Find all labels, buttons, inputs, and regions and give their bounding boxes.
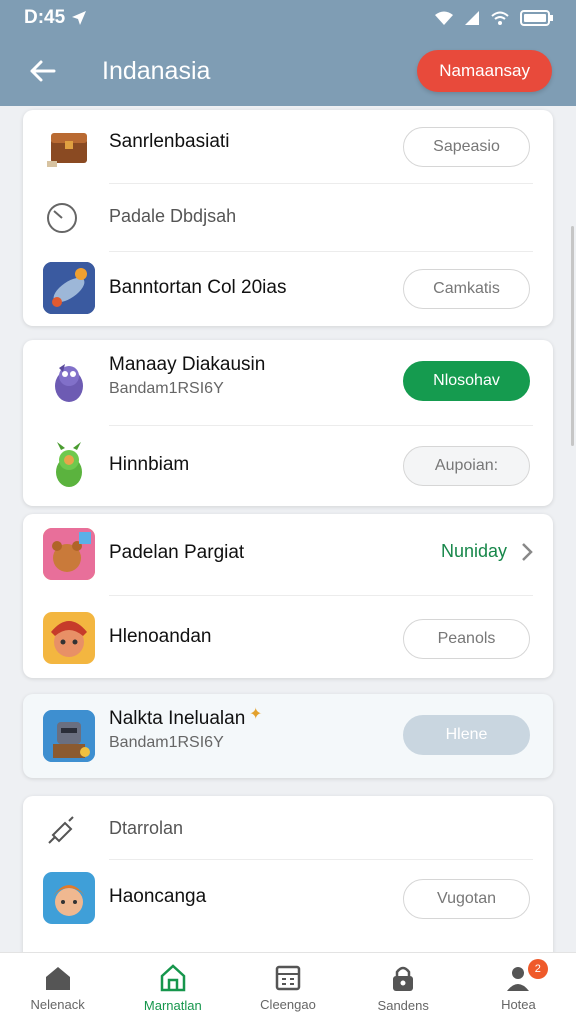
scrollbar[interactable] xyxy=(571,226,574,446)
item-link[interactable]: Nuniday xyxy=(441,541,533,562)
item-name: Haoncanga xyxy=(109,886,207,907)
battery-icon xyxy=(520,10,553,26)
list-item[interactable]: Dtarrolan xyxy=(23,796,553,860)
app-icon-purple-creature xyxy=(43,356,95,408)
item-name: Hinnbiam xyxy=(109,454,190,475)
notification-badge: 2 xyxy=(527,959,548,979)
list-item[interactable]: Hlenoandan Peanols xyxy=(23,596,553,678)
list-item[interactable]: Banntortan Col 20ias Camkatis xyxy=(23,252,553,326)
store-icon xyxy=(160,964,186,992)
list-item[interactable]: Haoncanga Vugotan xyxy=(23,860,553,938)
item-action-button[interactable]: Hlene xyxy=(403,715,530,755)
card-group-5: Dtarrolan Haoncanga Vugotan xyxy=(23,796,553,952)
status-time: D:45 xyxy=(24,7,66,28)
chevron-right-icon xyxy=(522,542,533,561)
item-action-button[interactable]: Sapeasio xyxy=(403,127,530,167)
card-group-2: Manaay Diakausin Bandam1RSI6Y Nlosohav H… xyxy=(23,340,553,506)
item-name: Manaay Diakausin xyxy=(109,354,266,375)
item-name: Padale Dbdjsah xyxy=(109,206,237,226)
back-arrow-icon[interactable] xyxy=(24,53,60,89)
list-item[interactable]: Nalkta Inelualan Bandam1RSI6Y ✦ Hlene xyxy=(23,694,553,778)
signal-dot-icon xyxy=(435,11,453,25)
tab-label: Hotea xyxy=(501,997,536,1012)
app-icon-bear xyxy=(43,528,95,580)
page-title: Indanasia xyxy=(102,56,211,85)
list-item[interactable]: Manaay Diakausin Bandam1RSI6Y Nlosohav xyxy=(23,340,553,426)
tab-label: Sandens xyxy=(377,998,429,1013)
app-icon-spaceship xyxy=(43,262,95,314)
tab-lock[interactable]: Sandens xyxy=(346,953,461,1024)
satellite-icon xyxy=(45,813,79,847)
item-action-button[interactable]: Vugotan xyxy=(403,879,530,919)
app-icon-green-creature xyxy=(43,440,95,492)
calendar-icon xyxy=(275,965,301,991)
item-action-button[interactable]: Camkatis xyxy=(403,269,530,309)
tab-label: Nelenack xyxy=(30,997,85,1012)
lock-icon xyxy=(393,966,414,991)
item-action-button[interactable]: Aupoian: xyxy=(403,446,530,486)
cell-signal-icon xyxy=(465,11,479,25)
tab-home[interactable]: Nelenack xyxy=(0,953,115,1024)
item-action-button[interactable]: Peanols xyxy=(403,619,530,659)
card-group-1: Sanrlenbasiati Sapeasio Padale Dbdjsah B… xyxy=(23,110,553,326)
sparkle-icon: ✦ xyxy=(249,706,263,723)
card-group-4: Nalkta Inelualan Bandam1RSI6Y ✦ Hlene xyxy=(23,694,553,778)
app-icon-red-hair-character xyxy=(43,612,95,664)
list-item[interactable]: Hinnbiam Aupoian: xyxy=(23,426,553,506)
tab-store[interactable]: Marnatlan xyxy=(115,953,230,1024)
card-group-3: Padelan Pargiat Nuniday Hlenoandan Peano… xyxy=(23,514,553,678)
tab-label: Cleengao xyxy=(260,997,316,1012)
status-bar: D:45 xyxy=(0,0,576,36)
content-list[interactable]: Sanrlenbasiati Sapeasio Padale Dbdjsah B… xyxy=(0,106,576,952)
item-name: Hlenoandan xyxy=(109,626,212,647)
app-icon-knight xyxy=(43,710,95,762)
location-arrow-icon xyxy=(72,11,87,25)
item-name: Padelan Pargiat xyxy=(109,542,245,563)
bottom-tab-bar: Nelenack Marnatlan Cleengao Sandens 2 Ho… xyxy=(0,952,576,1024)
header-action-button[interactable]: Namaansay xyxy=(417,50,552,92)
list-item[interactable]: Sanrlenbasiati Sapeasio xyxy=(23,110,553,184)
list-item[interactable]: Padelan Pargiat Nuniday xyxy=(23,514,553,596)
tab-calendar[interactable]: Cleengao xyxy=(230,953,345,1024)
item-subtitle: Bandam1RSI6Y xyxy=(109,380,224,397)
app-bar: Indanasia Namaansay xyxy=(0,36,576,106)
list-item[interactable]: Padale Dbdjsah xyxy=(23,184,553,252)
item-subtitle: Bandam1RSI6Y xyxy=(109,734,224,751)
item-name: Dtarrolan xyxy=(109,818,184,838)
tab-profile[interactable]: 2 Hotea xyxy=(461,953,576,1024)
tab-label: Marnatlan xyxy=(143,998,202,1013)
item-link-label: Nuniday xyxy=(440,541,507,561)
item-name: Sanrlenbasiati xyxy=(109,131,230,152)
wifi-icon xyxy=(491,11,509,25)
clock-icon xyxy=(45,201,79,235)
app-icon-girl-character xyxy=(43,872,95,924)
app-icon-chest xyxy=(43,121,95,173)
item-name: Nalkta Inelualan xyxy=(109,708,246,729)
item-name: Banntortan Col 20ias xyxy=(109,277,287,298)
home-icon xyxy=(45,967,70,990)
item-action-button[interactable]: Nlosohav xyxy=(403,361,530,401)
